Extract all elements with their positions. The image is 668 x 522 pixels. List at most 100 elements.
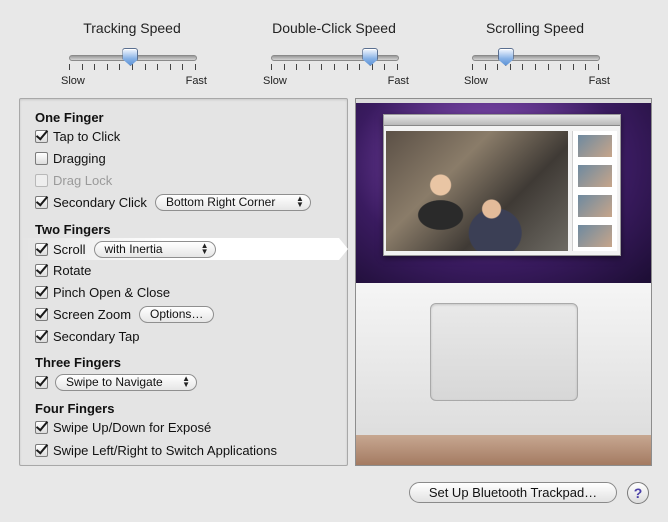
preview-menubar xyxy=(356,99,651,103)
slider-tick xyxy=(472,64,473,70)
tracking-speed-slider-group: Tracking Speed Slow Fast xyxy=(47,20,217,87)
slider-tick xyxy=(106,64,108,70)
gesture-preview-video xyxy=(355,98,652,466)
slider-tick xyxy=(522,64,524,70)
rotate-label: Rotate xyxy=(53,262,92,278)
updown-arrows-icon: ▲ ▼ xyxy=(182,374,190,389)
drag-lock-option: Drag Lock xyxy=(35,170,112,190)
slider-tick xyxy=(497,64,499,70)
rotate-option[interactable]: Rotate xyxy=(35,260,91,280)
dragging-option[interactable]: Dragging xyxy=(35,148,106,168)
slider-tick xyxy=(308,64,310,70)
preview-thumbnail xyxy=(578,165,612,187)
dragging-checkbox[interactable] xyxy=(35,151,48,165)
pinch-option[interactable]: Pinch Open & Close xyxy=(35,282,170,302)
three-finger-swipe-popup[interactable]: Swipe to Navigate ▲ ▼ xyxy=(55,373,197,391)
screen-zoom-checkbox[interactable] xyxy=(35,307,48,321)
screen-zoom-option[interactable]: Screen Zoom Options… xyxy=(35,304,215,324)
slider-tick xyxy=(119,64,121,70)
one-finger-heading: One Finger xyxy=(35,109,104,125)
secondary-click-checkbox[interactable] xyxy=(35,195,48,209)
slider-tick xyxy=(283,64,285,70)
scrolling-speed-slider-group: Scrolling Speed Slow Fast xyxy=(450,20,620,87)
slider-tick xyxy=(359,64,361,70)
tap-to-click-option[interactable]: Tap to Click xyxy=(35,126,120,146)
scroll-popup-value: with Inertia xyxy=(104,242,163,256)
slider-tick xyxy=(334,64,335,70)
screen-zoom-options-button[interactable]: Options… xyxy=(139,305,215,323)
secondary-click-popup-value: Bottom Right Corner xyxy=(165,195,276,209)
tap-to-click-checkbox[interactable] xyxy=(35,129,48,143)
swipe-updown-option[interactable]: Swipe Up/Down for Exposé xyxy=(35,417,211,437)
slider-tick xyxy=(182,64,184,70)
pinch-label: Pinch Open & Close xyxy=(53,284,171,300)
slider-tick xyxy=(81,64,83,70)
preview-app-titlebar xyxy=(384,115,620,126)
pinch-checkbox[interactable] xyxy=(35,285,48,299)
scroll-label: Scroll xyxy=(53,241,86,257)
swipe-leftright-label: Swipe Left/Right to Switch Applications xyxy=(53,442,278,458)
preview-desk xyxy=(356,435,651,465)
drag-lock-label: Drag Lock xyxy=(53,172,113,188)
double-click-speed-ticks xyxy=(271,64,399,72)
scrolling-speed-track[interactable] xyxy=(472,55,600,61)
three-finger-swipe-option[interactable]: Swipe to Navigate ▲ ▼ xyxy=(35,372,197,392)
preview-laptop-body xyxy=(356,283,651,465)
slider-tick xyxy=(132,64,133,70)
slider-tick xyxy=(484,64,486,70)
scrolling-speed-min-label: Slow xyxy=(464,75,488,87)
selected-row-pointer xyxy=(339,238,348,260)
tap-to-click-label: Tap to Click xyxy=(53,128,121,144)
rotate-checkbox[interactable] xyxy=(35,263,48,277)
slider-tick xyxy=(384,64,386,70)
swipe-leftright-option[interactable]: Swipe Left/Right to Switch Applications xyxy=(35,440,277,460)
slider-tick xyxy=(94,64,96,70)
slider-tick xyxy=(296,64,298,70)
slider-tick xyxy=(572,64,574,70)
two-fingers-heading: Two Fingers xyxy=(35,221,111,237)
secondary-tap-option[interactable]: Secondary Tap xyxy=(35,326,140,346)
slider-tick xyxy=(69,64,70,70)
secondary-click-label: Secondary Click xyxy=(53,194,147,210)
setup-bluetooth-trackpad-button[interactable]: Set Up Bluetooth Trackpad… xyxy=(409,482,617,503)
help-button[interactable]: ? xyxy=(627,482,649,504)
tracking-speed-label: Tracking Speed xyxy=(83,20,181,36)
secondary-click-option[interactable]: Secondary Click Bottom Right Corner ▲ ▼ xyxy=(35,192,311,212)
secondary-tap-label: Secondary Tap xyxy=(53,328,140,344)
gesture-options-panel: One Finger Tap to Click Dragging Drag Lo… xyxy=(19,98,348,466)
scroll-checkbox[interactable] xyxy=(35,242,48,256)
double-click-speed-slider-group: Double-Click Speed Slow Fast xyxy=(249,20,419,87)
slider-tick xyxy=(560,64,562,70)
preview-trackpad xyxy=(430,303,578,401)
slider-tick xyxy=(321,64,323,70)
scroll-option[interactable]: Scroll with Inertia ▲ ▼ xyxy=(35,239,216,259)
slider-tick xyxy=(271,64,272,70)
slider-tick xyxy=(144,64,146,70)
slider-tick xyxy=(598,64,599,70)
slider-tick xyxy=(509,64,511,70)
preview-photo xyxy=(386,131,568,251)
slider-tick xyxy=(585,64,587,70)
secondary-tap-checkbox[interactable] xyxy=(35,329,48,343)
drag-lock-checkbox xyxy=(35,173,48,187)
double-click-speed-track[interactable] xyxy=(271,55,399,61)
scroll-popup[interactable]: with Inertia ▲ ▼ xyxy=(93,240,216,258)
updown-arrows-icon: ▲ ▼ xyxy=(200,241,209,256)
swipe-leftright-checkbox[interactable] xyxy=(35,443,48,457)
secondary-click-popup[interactable]: Bottom Right Corner ▲ ▼ xyxy=(154,193,311,211)
preview-thumbnail xyxy=(578,195,612,217)
three-finger-swipe-checkbox[interactable] xyxy=(35,375,48,389)
preview-thumbnail xyxy=(578,135,612,157)
screen-zoom-label: Screen Zoom xyxy=(53,306,132,322)
double-click-speed-min-label: Slow xyxy=(263,75,287,87)
four-fingers-heading: Four Fingers xyxy=(35,400,115,416)
swipe-updown-label: Swipe Up/Down for Exposé xyxy=(53,419,212,435)
tracking-speed-min-label: Slow xyxy=(61,75,85,87)
scrolling-speed-label: Scrolling Speed xyxy=(485,20,585,36)
updown-arrows-icon: ▲ ▼ xyxy=(296,194,304,209)
three-finger-swipe-popup-value: Swipe to Navigate xyxy=(66,375,163,389)
scrolling-speed-max-label: Fast xyxy=(588,75,610,87)
slider-tick xyxy=(371,64,373,70)
slider-tick xyxy=(157,64,159,70)
swipe-updown-checkbox[interactable] xyxy=(35,420,48,434)
